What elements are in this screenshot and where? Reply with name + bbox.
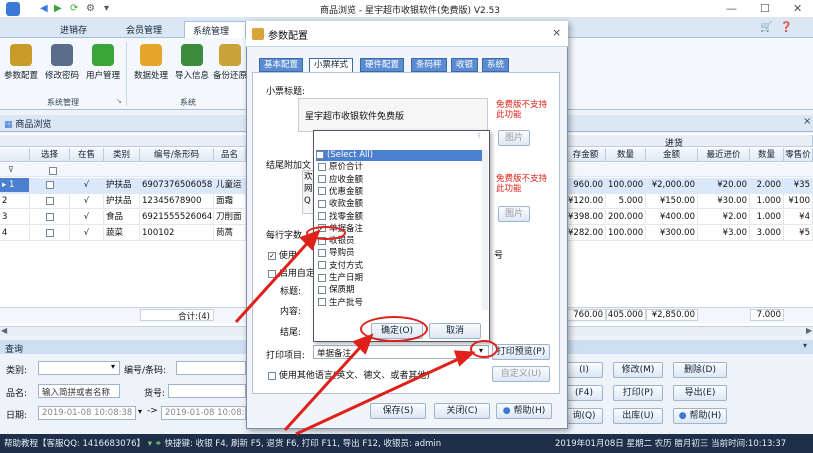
annotation-arrowhead xyxy=(453,350,476,367)
annotation-arrows xyxy=(234,229,476,436)
annotation-arrow xyxy=(283,340,367,432)
annotation-arrow xyxy=(295,354,466,436)
annotation-arrow xyxy=(234,236,314,324)
